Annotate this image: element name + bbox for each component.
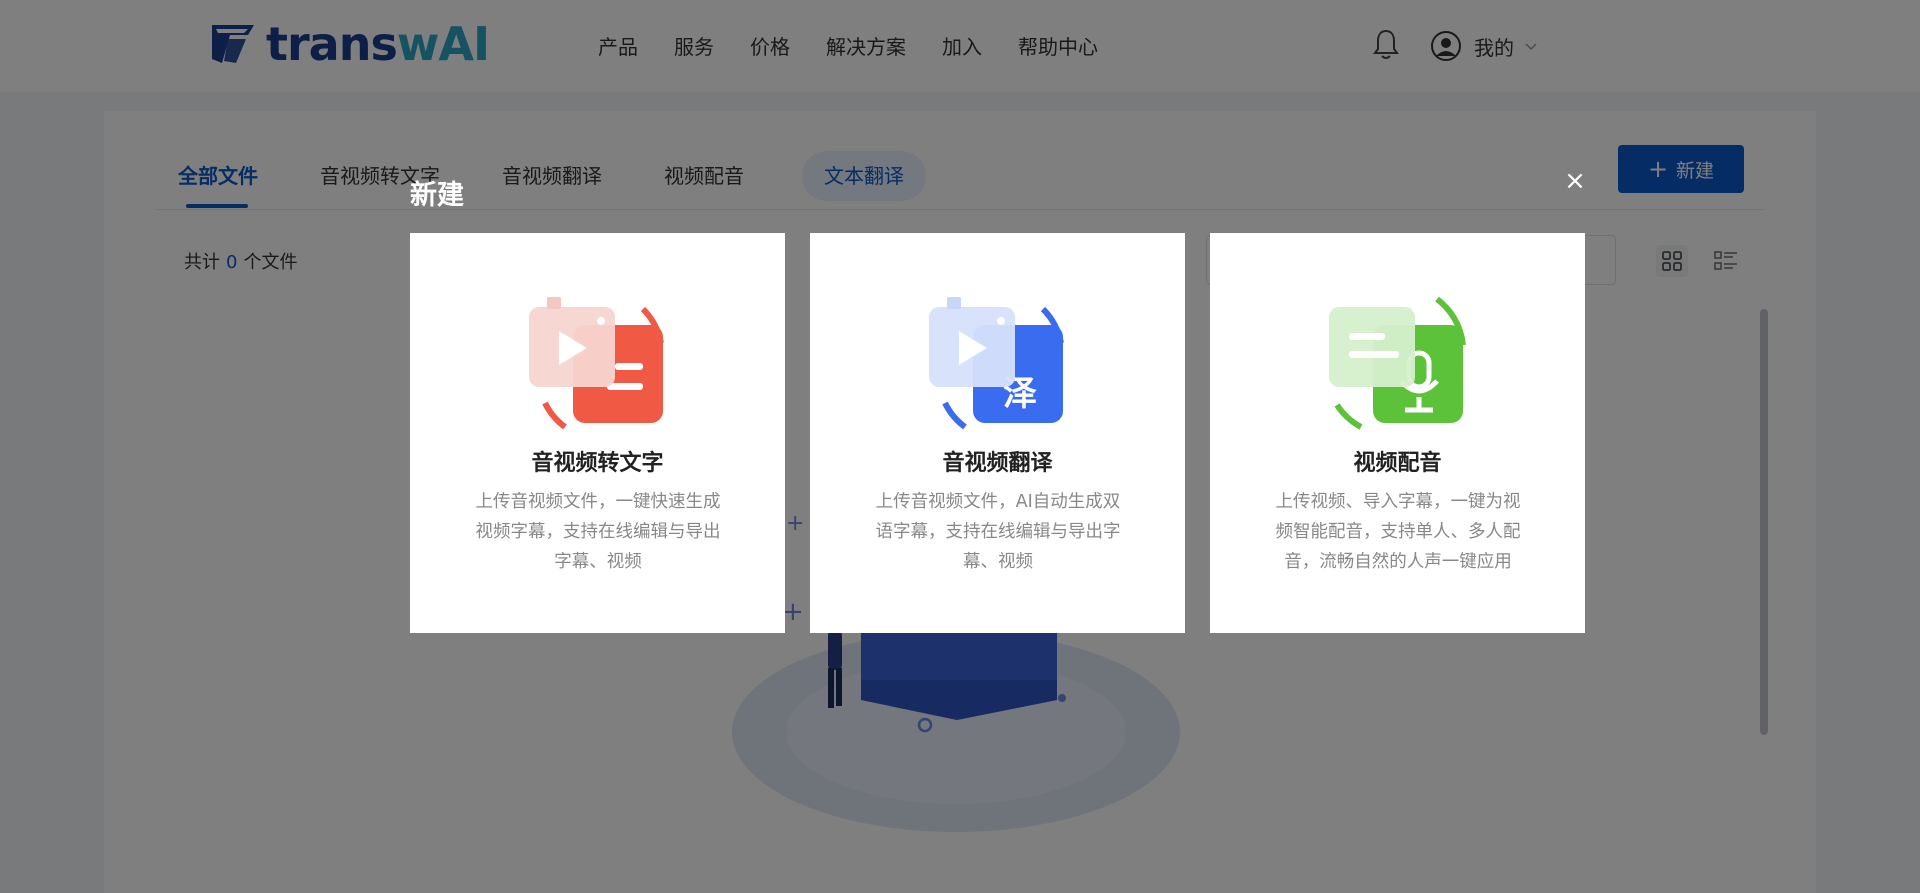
video-dubbing-icon xyxy=(1329,296,1466,430)
card-title: 视频配音 xyxy=(1353,451,1442,476)
card-description: 上传音视频文件，AI自动生成双语字幕，支持在线编辑与导出字幕、视频 xyxy=(875,492,1121,572)
card-av-translate[interactable]: 泽 音视频翻译 上传音视频文件，AI自动生成双语字幕，支持在线编辑与导出字幕、视… xyxy=(810,233,1185,633)
video-translate-icon: 泽 xyxy=(929,297,1064,430)
card-title: 音视频翻译 xyxy=(942,451,1053,476)
card-av-to-text[interactable]: 音视频转文字 上传音视频文件，一键快速生成视频字幕，支持在线编辑与导出字幕、视频 xyxy=(410,233,785,633)
card-description: 上传视频、导入字幕，一键为视频智能配音，支持单人、多人配音，流畅自然的人声一键应… xyxy=(1275,492,1521,572)
video-to-text-icon xyxy=(529,297,664,430)
close-icon[interactable]: × xyxy=(1562,168,1588,194)
card-description: 上传音视频文件，一键快速生成视频字幕，支持在线编辑与导出字幕、视频 xyxy=(475,492,721,572)
card-title: 音视频转文字 xyxy=(531,451,664,476)
card-video-dubbing[interactable]: 视频配音 上传视频、导入字幕，一键为视频智能配音，支持单人、多人配音，流畅自然的… xyxy=(1210,233,1585,633)
modal-title: 新建 xyxy=(410,180,464,211)
